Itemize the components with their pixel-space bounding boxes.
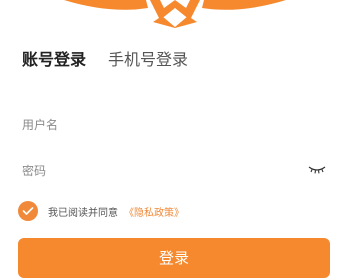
agree-text: 我已阅读并同意 [48, 207, 118, 219]
tab-phone-login[interactable]: 手机号登录 [108, 48, 188, 72]
check-icon [22, 207, 34, 215]
password-field-row [22, 157, 330, 185]
privacy-policy-link[interactable]: 《隐私政策》 [124, 204, 184, 219]
login-button[interactable]: 登录 [18, 238, 330, 278]
privacy-agreement: 我已阅读并同意 《隐私政策》 [18, 200, 184, 222]
password-input[interactable] [22, 164, 330, 178]
agree-checkbox[interactable] [18, 201, 38, 221]
username-input[interactable] [22, 118, 330, 132]
login-tabs: 账号登录 手机号登录 [22, 46, 188, 74]
eye-closed-icon[interactable] [308, 165, 326, 175]
username-field-row [22, 111, 330, 139]
tab-account-login[interactable]: 账号登录 [22, 48, 86, 72]
brand-logo-icon [64, 0, 286, 28]
